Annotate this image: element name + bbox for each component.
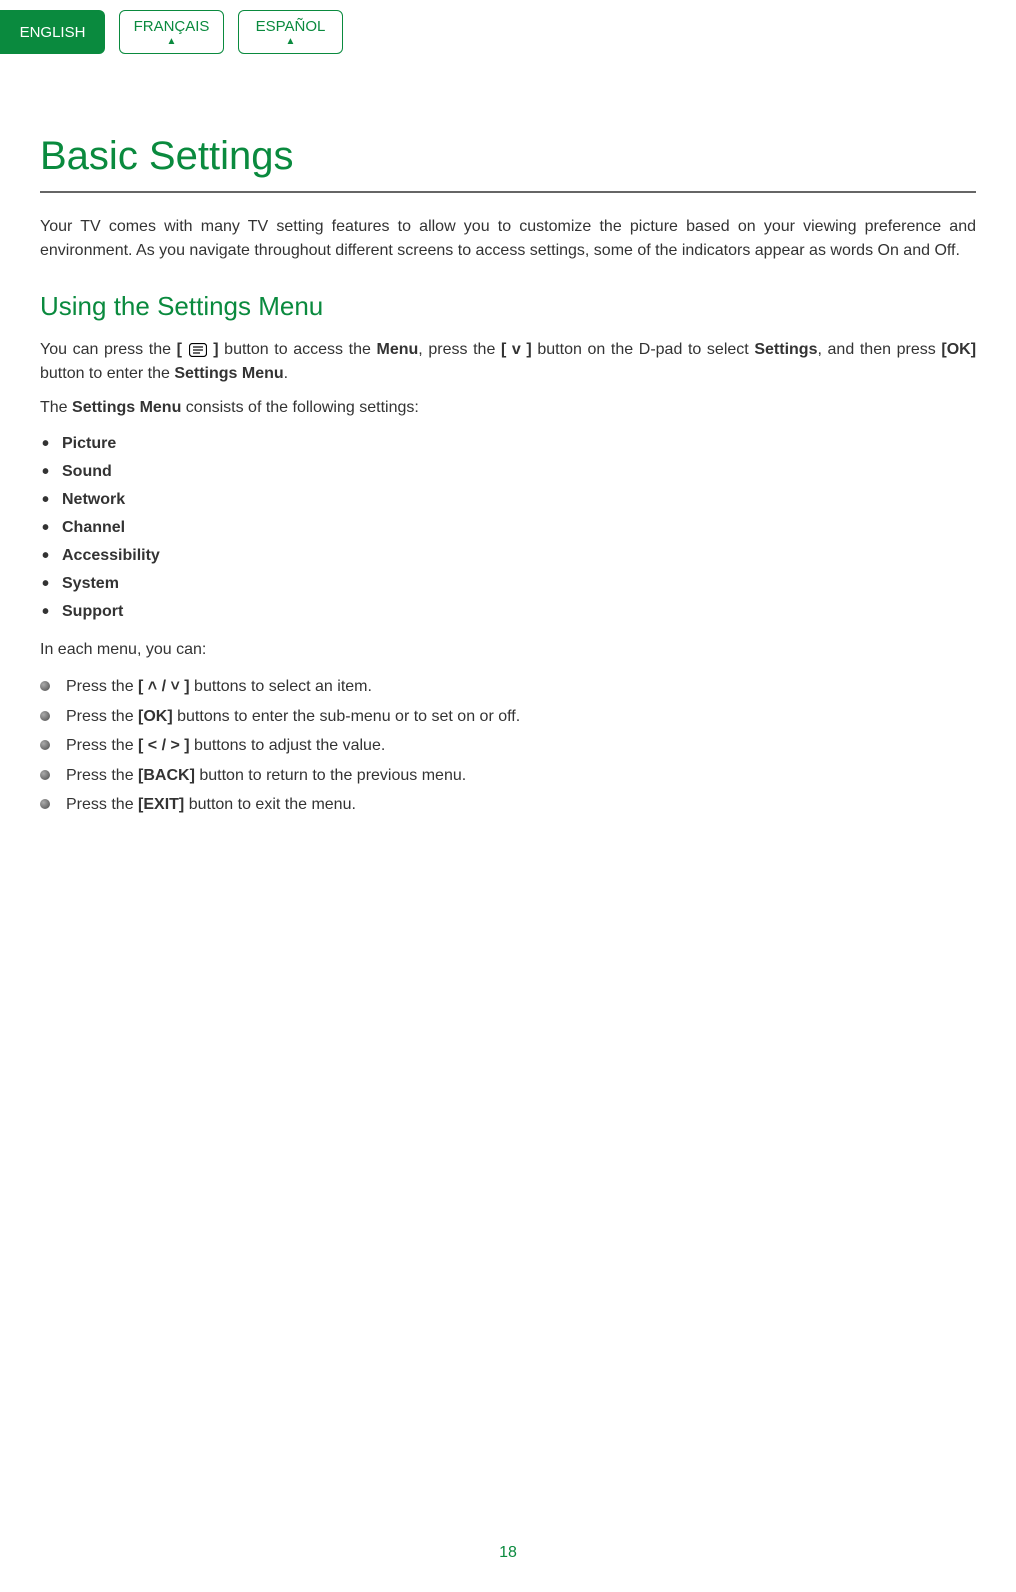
triangle-up-icon: ▲ — [286, 37, 296, 47]
text-fragment: [OK] — [138, 708, 173, 725]
text-fragment: button on the D-pad to select — [532, 341, 755, 358]
text-fragment: [ — [177, 341, 188, 358]
list-item: Press the [ < / > ] buttons to adjust th… — [40, 731, 976, 761]
text-fragment: Press the — [66, 767, 138, 784]
list-item: Channel — [40, 514, 976, 542]
list-item: Network — [40, 486, 976, 514]
text-fragment: Menu — [377, 341, 419, 358]
page-content: Basic Settings Your TV comes with many T… — [0, 54, 1016, 820]
list-item: Press the [OK] buttons to enter the sub-… — [40, 702, 976, 732]
tab-francais[interactable]: FRANÇAIS ▲ — [119, 10, 224, 54]
tab-francais-label: FRANÇAIS — [134, 18, 210, 35]
menu-icon — [189, 343, 207, 357]
settings-menu-list: Picture Sound Network Channel Accessibil… — [40, 430, 976, 626]
tab-english[interactable]: ENGLISH — [0, 10, 105, 54]
text-fragment: , press the — [418, 341, 501, 358]
text-fragment: Press the — [66, 708, 138, 725]
text-fragment: Press the — [66, 737, 138, 754]
list-item: Press the [EXIT] button to exit the menu… — [40, 790, 976, 820]
section-subtitle: Using the Settings Menu — [40, 291, 976, 322]
text-fragment: button to exit the menu. — [184, 796, 356, 813]
tab-espanol[interactable]: ESPAÑOL ▲ — [238, 10, 343, 54]
list-item: Accessibility — [40, 542, 976, 570]
text-fragment: Press the — [66, 796, 138, 813]
text-fragment: Settings Menu — [174, 365, 283, 382]
text-fragment: The — [40, 399, 72, 416]
text-fragment: buttons to adjust the value. — [190, 737, 386, 754]
text-fragment: [BACK] — [138, 767, 195, 784]
list-item: Press the [ ˄ / ˅ ] buttons to select an… — [40, 672, 976, 702]
text-fragment: [OK] — [941, 341, 976, 358]
text-fragment: . — [284, 365, 288, 382]
text-fragment: , and then press — [817, 341, 941, 358]
text-fragment: You can press the — [40, 341, 177, 358]
triangle-up-icon: ▲ — [167, 37, 177, 47]
text-fragment: [ ˄ / ˅ ] — [138, 678, 190, 695]
list-item: Sound — [40, 458, 976, 486]
text-fragment: [ < / > ] — [138, 737, 190, 754]
text-fragment: [EXIT] — [138, 796, 184, 813]
tab-espanol-label: ESPAÑOL — [256, 18, 326, 35]
list-item: Press the [BACK] button to return to the… — [40, 761, 976, 791]
text-fragment: [ v ] — [501, 341, 532, 358]
text-fragment: ] — [208, 341, 219, 358]
text-fragment: Settings Menu — [72, 399, 181, 416]
page-number: 18 — [0, 1544, 1016, 1562]
language-tabs: ENGLISH FRANÇAIS ▲ ESPAÑOL ▲ — [0, 0, 1016, 54]
intro-paragraph: Your TV comes with many TV setting featu… — [40, 215, 976, 263]
list-item: Support — [40, 598, 976, 626]
paragraph-menu-access: You can press the [ ] button to access t… — [40, 338, 976, 386]
tab-english-label: ENGLISH — [20, 24, 86, 41]
paragraph-each-menu: In each menu, you can: — [40, 638, 976, 662]
action-list: Press the [ ˄ / ˅ ] buttons to select an… — [40, 672, 976, 820]
list-item: System — [40, 570, 976, 598]
text-fragment: button to access the — [219, 341, 377, 358]
list-item: Picture — [40, 430, 976, 458]
text-fragment: buttons to select an item. — [190, 678, 372, 695]
text-fragment: Settings — [754, 341, 817, 358]
text-fragment: button to return to the previous menu. — [195, 767, 466, 784]
text-fragment: buttons to enter the sub-menu or to set … — [173, 708, 520, 725]
text-fragment: button to enter the — [40, 365, 174, 382]
text-fragment: Press the — [66, 678, 138, 695]
page-title: Basic Settings — [40, 134, 976, 193]
paragraph-settings-consists: The Settings Menu consists of the follow… — [40, 396, 976, 420]
text-fragment: consists of the following settings: — [181, 399, 418, 416]
